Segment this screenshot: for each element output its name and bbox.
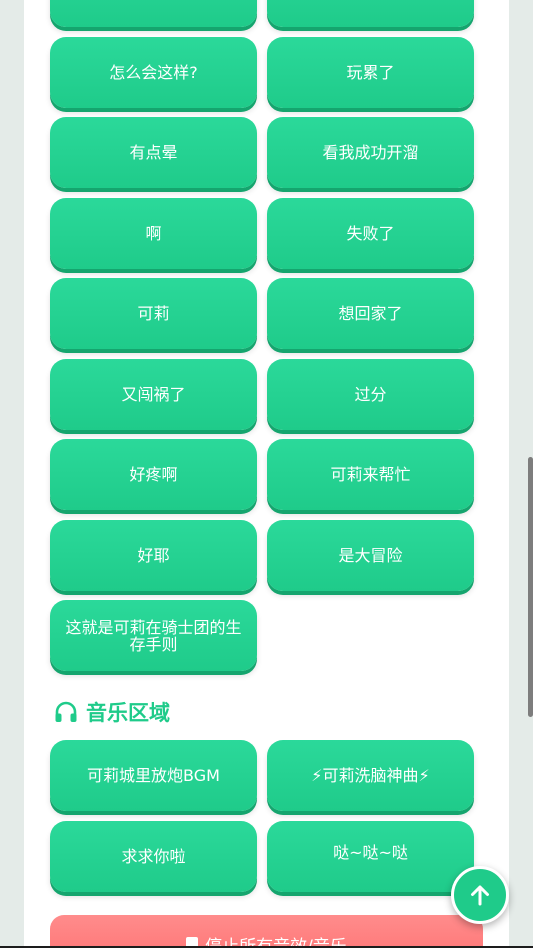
sound-button[interactable]: 想回家了: [267, 278, 474, 349]
music-button[interactable]: 哒~哒~哒: [267, 821, 474, 892]
sound-button[interactable]: 怎么会这样?: [50, 37, 257, 108]
sound-button[interactable]: 好耶: [50, 520, 257, 591]
music-section-label: 音乐区域: [86, 701, 170, 725]
sound-button[interactable]: 啊: [50, 198, 257, 269]
sound-button[interactable]: 看我成功开溜: [267, 117, 474, 188]
sound-button[interactable]: 可莉来帮忙: [267, 439, 474, 510]
sound-button[interactable]: 玩累了: [267, 37, 474, 108]
scrollbar-thumb[interactable]: [528, 457, 533, 717]
music-button[interactable]: 可莉城里放炮BGM: [50, 740, 257, 811]
music-button[interactable]: 求求你啦: [50, 821, 257, 892]
sound-button[interactable]: 失败了: [267, 198, 474, 269]
sound-button[interactable]: 好疼啊: [50, 439, 257, 510]
sound-button[interactable]: 这就是可莉在骑士团的生存手则: [50, 600, 257, 671]
sound-button[interactable]: 过分: [267, 359, 474, 430]
sound-button[interactable]: 可莉: [50, 278, 257, 349]
music-section-title: 音乐区域: [54, 697, 170, 727]
music-button[interactable]: ⚡可莉洗脑神曲⚡: [267, 740, 474, 811]
sound-button[interactable]: [267, 0, 474, 27]
sound-button[interactable]: 有点晕: [50, 117, 257, 188]
arrow-up-icon: [471, 885, 489, 906]
scroll-to-top-button[interactable]: [451, 866, 509, 924]
headphones-icon: [55, 701, 77, 722]
sound-button[interactable]: 是大冒险: [267, 520, 474, 591]
sound-button[interactable]: 又闯祸了: [50, 359, 257, 430]
stop-all-button[interactable]: 停止所有音效/音乐: [50, 915, 483, 948]
sound-button[interactable]: [50, 0, 257, 27]
